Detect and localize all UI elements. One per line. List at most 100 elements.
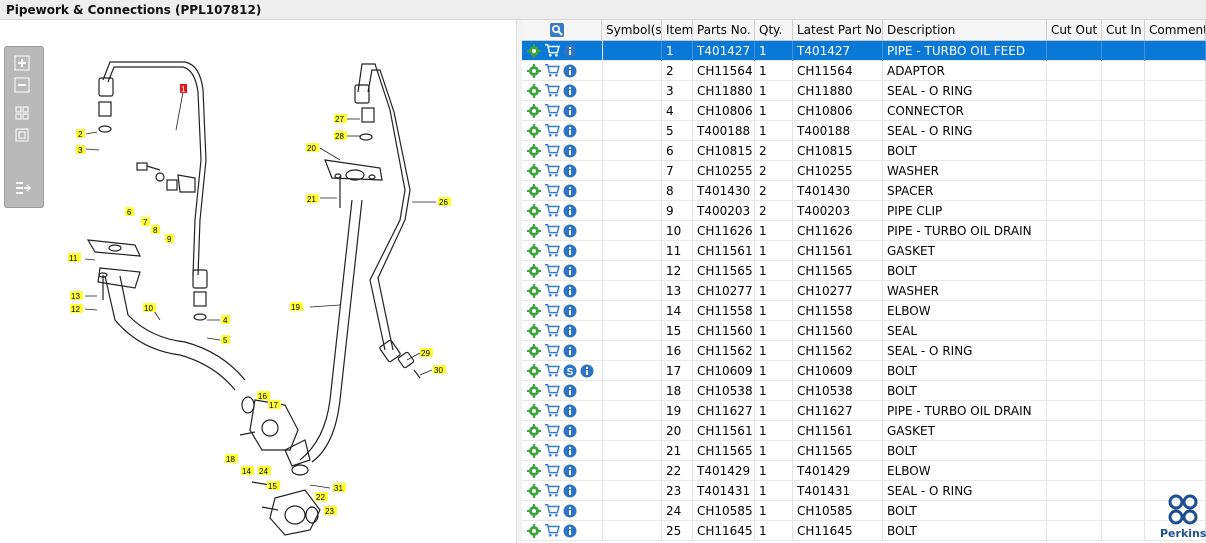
- cell-qty[interactable]: 2: [755, 201, 793, 221]
- cell-description[interactable]: PIPE - TURBO OIL DRAIN: [883, 221, 1047, 241]
- info-icon[interactable]: [563, 224, 577, 238]
- cell-item[interactable]: 15: [662, 321, 693, 341]
- cell-cut-out[interactable]: [1047, 501, 1102, 521]
- cell-qty[interactable]: 1: [755, 381, 793, 401]
- cell-description[interactable]: BOLT: [883, 441, 1047, 461]
- cell-symbols[interactable]: [602, 521, 662, 541]
- cell-symbols[interactable]: [602, 321, 662, 341]
- cell-comment[interactable]: [1145, 301, 1206, 321]
- cell-latest-part-no[interactable]: CH11561: [793, 241, 883, 261]
- cell-description[interactable]: BOLT: [883, 521, 1047, 541]
- cell-description[interactable]: ELBOW: [883, 461, 1047, 481]
- cell-item[interactable]: 13: [662, 281, 693, 301]
- cell-comment[interactable]: [1145, 341, 1206, 361]
- cell-latest-part-no[interactable]: CH11560: [793, 321, 883, 341]
- cell-parts-no[interactable]: CH10815: [693, 141, 755, 161]
- cell-item[interactable]: 20: [662, 421, 693, 441]
- cart-icon[interactable]: [543, 523, 561, 537]
- cell-cut-out[interactable]: [1047, 101, 1102, 121]
- gear-icon[interactable]: [527, 284, 541, 298]
- cell-comment[interactable]: [1145, 61, 1206, 81]
- zoom-out-button[interactable]: [14, 77, 34, 95]
- table-row[interactable]: 10 CH11626 1 CH11626 PIPE - TURBO OIL DRAIN: [522, 221, 1206, 241]
- cell-comment[interactable]: [1145, 141, 1206, 161]
- fit-all-button[interactable]: [14, 105, 34, 123]
- cell-description[interactable]: GASKET: [883, 241, 1047, 261]
- cell-latest-part-no[interactable]: T401427: [793, 41, 883, 61]
- table-row[interactable]: 11 CH11561 1 CH11561 GASKET: [522, 241, 1206, 261]
- header-icons[interactable]: [522, 20, 602, 41]
- cell-symbols[interactable]: [602, 241, 662, 261]
- cell-item[interactable]: 17: [662, 361, 693, 381]
- cell-cut-in[interactable]: [1102, 381, 1145, 401]
- cell-cut-out[interactable]: [1047, 321, 1102, 341]
- cell-parts-no[interactable]: CH11561: [693, 241, 755, 261]
- cell-description[interactable]: BOLT: [883, 501, 1047, 521]
- cell-description[interactable]: ELBOW: [883, 301, 1047, 321]
- cell-cut-out[interactable]: [1047, 421, 1102, 441]
- cell-parts-no[interactable]: T400188: [693, 121, 755, 141]
- cell-comment[interactable]: [1145, 181, 1206, 201]
- gear-icon[interactable]: [527, 84, 541, 98]
- gear-icon[interactable]: [527, 444, 541, 458]
- cell-description[interactable]: GASKET: [883, 421, 1047, 441]
- cell-qty[interactable]: 1: [755, 481, 793, 501]
- cell-item[interactable]: 5: [662, 121, 693, 141]
- cell-description[interactable]: PIPE CLIP: [883, 201, 1047, 221]
- cell-cut-out[interactable]: [1047, 241, 1102, 261]
- cell-symbols[interactable]: [602, 481, 662, 501]
- cell-cut-in[interactable]: [1102, 341, 1145, 361]
- cell-cut-in[interactable]: [1102, 41, 1145, 61]
- cell-latest-part-no[interactable]: T401430: [793, 181, 883, 201]
- info-icon[interactable]: [563, 344, 577, 358]
- cart-icon[interactable]: [543, 263, 561, 277]
- cell-qty[interactable]: 1: [755, 281, 793, 301]
- cell-cut-in[interactable]: [1102, 101, 1145, 121]
- cell-qty[interactable]: 1: [755, 441, 793, 461]
- cart-icon[interactable]: [543, 83, 561, 97]
- cell-symbols[interactable]: [602, 81, 662, 101]
- cell-description[interactable]: PIPE - TURBO OIL FEED: [883, 41, 1047, 61]
- cell-description[interactable]: ADAPTOR: [883, 61, 1047, 81]
- cell-parts-no[interactable]: CH10277: [693, 281, 755, 301]
- cell-qty[interactable]: 2: [755, 141, 793, 161]
- cell-comment[interactable]: [1145, 321, 1206, 341]
- cell-cut-out[interactable]: [1047, 401, 1102, 421]
- info-icon[interactable]: [563, 44, 577, 58]
- gear-icon[interactable]: [527, 404, 541, 418]
- cell-parts-no[interactable]: CH10255: [693, 161, 755, 181]
- cell-cut-in[interactable]: [1102, 281, 1145, 301]
- cell-latest-part-no[interactable]: CH11561: [793, 421, 883, 441]
- cell-latest-part-no[interactable]: CH11565: [793, 441, 883, 461]
- cell-qty[interactable]: 1: [755, 81, 793, 101]
- cell-item[interactable]: 14: [662, 301, 693, 321]
- table-row[interactable]: 14 CH11558 1 CH11558 ELBOW: [522, 301, 1206, 321]
- table-row[interactable]: 19 CH11627 1 CH11627 PIPE - TURBO OIL DRAIN: [522, 401, 1206, 421]
- cell-cut-out[interactable]: [1047, 481, 1102, 501]
- cell-cut-out[interactable]: [1047, 521, 1102, 541]
- cell-cut-in[interactable]: [1102, 481, 1145, 501]
- cell-item[interactable]: 23: [662, 481, 693, 501]
- cell-description[interactable]: BOLT: [883, 361, 1047, 381]
- cart-icon[interactable]: [543, 43, 561, 57]
- cell-cut-out[interactable]: [1047, 121, 1102, 141]
- gear-icon[interactable]: [527, 104, 541, 118]
- cell-parts-no[interactable]: CH10609: [693, 361, 755, 381]
- info-icon[interactable]: [563, 124, 577, 138]
- cell-latest-part-no[interactable]: CH11627: [793, 401, 883, 421]
- info-icon[interactable]: [563, 524, 577, 538]
- cell-qty[interactable]: 1: [755, 361, 793, 381]
- cell-cut-in[interactable]: [1102, 261, 1145, 281]
- cell-cut-out[interactable]: [1047, 221, 1102, 241]
- col-qty[interactable]: Qty.: [755, 20, 793, 41]
- cell-item[interactable]: 3: [662, 81, 693, 101]
- cell-symbols[interactable]: [602, 341, 662, 361]
- col-cut-in[interactable]: Cut In: [1102, 20, 1145, 41]
- table-row[interactable]: 15 CH11560 1 CH11560 SEAL: [522, 321, 1206, 341]
- table-row[interactable]: 8 T401430 2 T401430 SPACER: [522, 181, 1206, 201]
- cart-icon[interactable]: [543, 183, 561, 197]
- cell-latest-part-no[interactable]: T401431: [793, 481, 883, 501]
- cell-description[interactable]: CONNECTOR: [883, 101, 1047, 121]
- cell-comment[interactable]: [1145, 421, 1206, 441]
- cell-item[interactable]: 6: [662, 141, 693, 161]
